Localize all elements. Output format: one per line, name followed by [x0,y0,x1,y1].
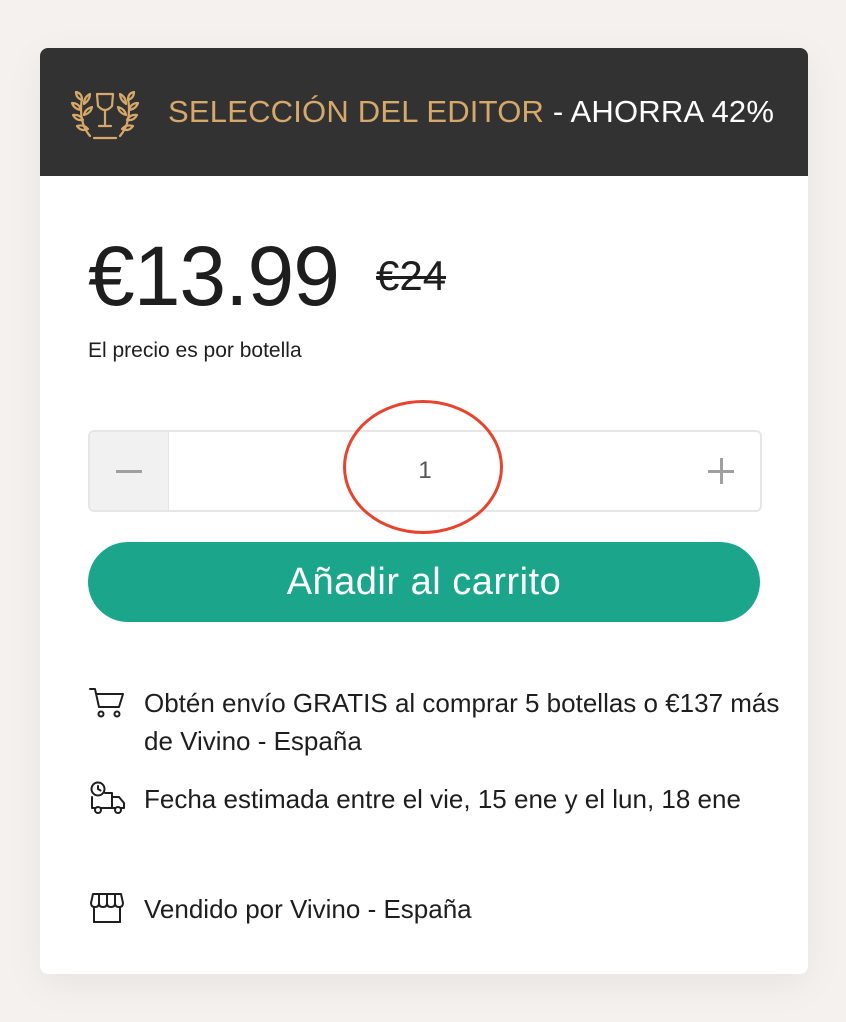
delivery-truck-clock-icon [90,781,125,814]
price-note: El precio es por botella [88,339,302,362]
shopping-cart-icon [89,688,124,718]
add-to-cart-button[interactable]: Añadir al carrito [88,542,760,622]
decrease-quantity-button[interactable] [90,432,169,510]
banner-label-gold: SELECCIÓN DEL EDITOR [168,94,545,129]
minus-icon [116,469,142,473]
banner-label-savings: - AHORRA 42% [544,94,775,129]
original-price: €24 [376,252,447,299]
quantity-stepper [88,430,762,512]
shipping-info: Obtén envío GRATIS al comprar 5 botellas… [88,684,779,764]
banner-title: SELECCIÓN DEL EDITOR - AHORRA 42% [168,92,774,132]
editor-pick-banner: SELECCIÓN DEL EDITOR - AHORRA 42% [40,48,808,176]
delivery-text: Fecha estimada entre el vie, 15 ene y el… [144,784,741,814]
laurel-wine-glass-icon [70,90,140,140]
purchase-card: SELECCIÓN DEL EDITOR - AHORRA 42% €13.99… [40,48,808,974]
seller-text: Vendido por Vivino - España [144,894,472,924]
current-price: €13.99 [88,229,340,323]
shipping-text: Obtén envío GRATIS al comprar 5 botellas… [144,688,780,756]
seller-info: Vendido por Vivino - España [88,890,768,930]
storefront-icon [90,893,124,923]
increase-quantity-button[interactable] [682,432,760,510]
delivery-info: Fecha estimada entre el vie, 15 ene y el… [88,780,768,860]
quantity-input[interactable] [168,432,682,510]
